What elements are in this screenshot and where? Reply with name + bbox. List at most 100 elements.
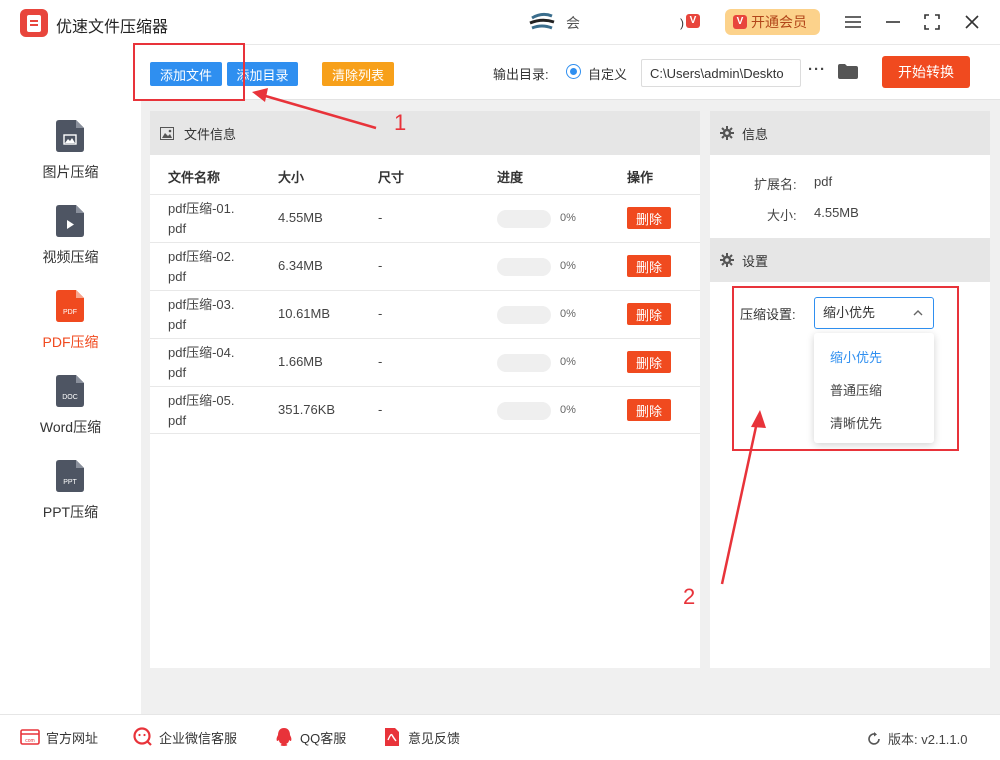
progress-text: 0% <box>560 356 576 368</box>
sidebar-item-word[interactable]: DOC Word压缩 <box>0 375 141 455</box>
website-link[interactable]: com 官方网址 <box>20 727 98 747</box>
title-bar: 优速文件压缩器 会 ) V V 开通会员 <box>0 0 1000 44</box>
table-row: pdf压缩-02. pdf 6.34MB - 0% 删除 <box>150 242 700 290</box>
wechat-support-link[interactable]: 企业微信客服 <box>133 727 237 747</box>
ext-value: pdf <box>814 174 833 189</box>
ppt-icon-tag: PPT <box>63 479 77 486</box>
version-info: 版本: v2.1.1.0 <box>866 729 967 748</box>
delete-button[interactable]: 删除 <box>627 399 671 421</box>
annotation-box-1 <box>133 43 245 101</box>
file-dimension-cell: - <box>378 258 383 273</box>
progress-text: 0% <box>560 404 576 416</box>
feedback-icon <box>385 728 399 746</box>
doc-icon-tag: DOC <box>62 394 78 401</box>
maximize-icon <box>924 14 940 30</box>
file-name-cell: pdf压缩-02. pdf <box>168 249 235 284</box>
refresh-icon[interactable] <box>866 731 882 747</box>
file-name-cell: pdf压缩-04. pdf <box>168 345 235 380</box>
output-dir-label: 输出目录: <box>493 67 549 82</box>
file-size-cell: 4.55MB <box>278 210 323 225</box>
feedback-label: 意见反馈 <box>408 730 461 746</box>
menu-button[interactable] <box>841 10 865 34</box>
member-text: 会 <box>566 15 580 31</box>
output-path-input[interactable] <box>641 59 801 87</box>
file-info-panel: 文件信息 文件名称 大小 尺寸 进度 操作 pdf压缩-01. pdf 4.55M… <box>150 111 700 668</box>
toolbar: 添加文件 添加目录 清除列表 输出目录: 自定义 ··· 开始转换 <box>141 44 1000 100</box>
wechat-icon <box>133 727 152 746</box>
browse-more-button[interactable]: ··· <box>808 61 826 78</box>
progress-bar <box>497 258 551 276</box>
sidebar-item-label: PPT压缩 <box>42 504 99 520</box>
progress-bar <box>497 402 551 420</box>
maximize-button[interactable] <box>920 10 944 34</box>
minimize-button[interactable] <box>881 10 905 34</box>
footer: com 官方网址 企业微信客服 QQ客服 意见反馈 版本: v2.1.1.0 <box>0 714 1000 760</box>
open-vip-button[interactable]: V 开通会员 <box>725 9 820 35</box>
doc-file-icon: DOC <box>56 375 84 407</box>
qq-icon <box>276 728 292 746</box>
sidebar-item-ppt[interactable]: PPT PPT压缩 <box>0 460 141 540</box>
delete-button[interactable]: 删除 <box>627 207 671 229</box>
table-row: pdf压缩-04. pdf 1.66MB - 0% 删除 <box>150 338 700 386</box>
info-header: 信息 <box>710 111 990 155</box>
column-header-name: 文件名称 <box>168 170 221 185</box>
pdf-icon-tag: PDF <box>63 309 77 316</box>
progress-text: 0% <box>560 260 576 272</box>
ppt-file-icon: PPT <box>56 460 84 492</box>
gear-icon <box>720 126 734 140</box>
table-row: pdf压缩-05. pdf 351.76KB - 0% 删除 <box>150 386 700 434</box>
info-title: 信息 <box>742 126 769 142</box>
sidebar-item-pdf[interactable]: PDF PDF压缩 <box>0 290 141 370</box>
sidebar: 图片压缩 视频压缩 PDF PDF压缩 DOC Word压缩 PPT PPT压缩 <box>0 44 141 714</box>
version-label: 版本: v2.1.1.0 <box>888 732 968 747</box>
sidebar-item-label: PDF压缩 <box>42 334 99 350</box>
file-dimension-cell: - <box>378 306 383 321</box>
sidebar-item-label: 图片压缩 <box>42 164 99 180</box>
progress-text: 0% <box>560 308 576 320</box>
svg-text:com: com <box>25 738 34 744</box>
custom-output-label[interactable]: 自定义 <box>588 64 627 83</box>
vip-badge-bracket: ) <box>680 16 684 30</box>
delete-button[interactable]: 删除 <box>627 255 671 277</box>
folder-icon[interactable] <box>838 64 858 79</box>
sidebar-item-video[interactable]: 视频压缩 <box>0 205 141 285</box>
app-title: 优速文件压缩器 <box>56 19 169 36</box>
pdf-file-icon: PDF <box>56 290 84 322</box>
image-icon <box>160 126 174 140</box>
size-value: 4.55MB <box>814 205 859 220</box>
column-header-dimension: 尺寸 <box>378 170 405 185</box>
annotation-label-1: 1 <box>394 110 407 135</box>
custom-output-radio[interactable] <box>566 64 581 79</box>
table-row: pdf压缩-01. pdf 4.55MB - 0% 删除 <box>150 194 700 242</box>
feedback-link[interactable]: 意见反馈 <box>382 727 460 747</box>
progress-bar <box>497 306 551 324</box>
image-file-icon <box>56 120 84 152</box>
clear-list-button[interactable]: 清除列表 <box>322 62 394 86</box>
file-name-cell: pdf压缩-03. pdf <box>168 297 235 332</box>
progress-text: 0% <box>560 212 576 224</box>
close-button[interactable] <box>960 10 984 34</box>
column-header-progress: 进度 <box>497 170 524 185</box>
sidebar-item-image[interactable]: 图片压缩 <box>0 120 141 200</box>
progress-bar <box>497 210 551 228</box>
delete-button[interactable]: 删除 <box>627 351 671 373</box>
vip-badge-icon[interactable]: ) V <box>680 13 700 31</box>
file-dimension-cell: - <box>378 402 383 417</box>
progress-bar <box>497 354 551 372</box>
video-file-icon <box>56 205 84 237</box>
file-size-cell: 1.66MB <box>278 354 323 369</box>
delete-button[interactable]: 删除 <box>627 303 671 325</box>
qq-support-link[interactable]: QQ客服 <box>274 727 346 747</box>
column-header-size: 大小 <box>278 170 305 185</box>
brand-logo-icon <box>529 12 555 30</box>
file-size-cell: 10.61MB <box>278 306 331 321</box>
close-icon <box>965 15 979 29</box>
vip-icon: V <box>733 15 747 29</box>
minimize-icon <box>886 21 900 23</box>
hamburger-icon <box>845 16 861 28</box>
table-row: pdf压缩-03. pdf 10.61MB - 0% 删除 <box>150 290 700 338</box>
file-name-cell: pdf压缩-05. pdf <box>168 393 235 428</box>
settings-header: 设置 <box>710 238 990 282</box>
size-label: 大小: <box>767 208 797 223</box>
start-convert-button[interactable]: 开始转换 <box>882 56 970 88</box>
